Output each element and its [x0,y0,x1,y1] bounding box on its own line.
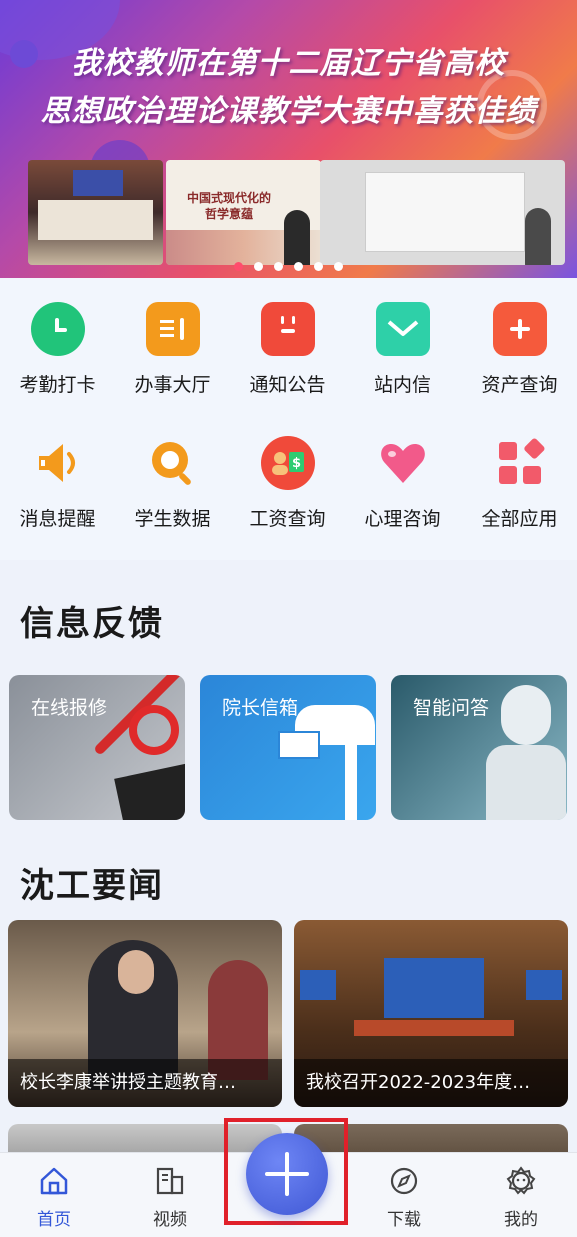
search-icon [146,436,200,490]
app-label: 消息提醒 [19,508,96,530]
app-salary-query[interactable]: $ 工资查询 [230,436,345,531]
speaker-icon [31,436,85,490]
banner-title-line1: 我校教师在第十二届辽宁省高校 [71,46,506,81]
user-icon [506,1166,536,1195]
news-caption: 我校召开2022-2023年度… [294,1059,568,1107]
mail-icon [375,302,430,356]
app-attendance[interactable]: 考勤打卡 [0,302,115,397]
video-icon [156,1167,184,1195]
carousel-dot[interactable] [334,262,343,271]
banner-photo-hall [28,160,163,265]
news-item[interactable]: 校长李康举讲授主题教育… [8,920,282,1107]
heart-icon [376,436,430,490]
stage [38,200,153,240]
card-label: 院长信箱 [222,697,299,719]
app-label: 考勤打卡 [19,374,96,396]
app-label: 通知公告 [249,374,326,396]
stage-image [354,1020,514,1036]
card-label: 智能问答 [413,697,490,719]
apps-grid-icon [493,436,547,490]
nav-label: 视频 [153,1210,187,1230]
keyboard-image [114,762,185,820]
news-caption: 校长李康举讲授主题教育… [8,1059,282,1107]
nav-label: 我的 [504,1210,538,1230]
nav-label: 首页 [37,1210,71,1230]
stage-screen-image [384,958,484,1018]
news-banner[interactable]: 我校教师在第十二届辽宁省高校 思想政治理论课教学大赛中喜获佳绩 中国式现代化的 … [0,0,577,278]
nav-label: 下载 [387,1210,421,1230]
app-label: 办事大厅 [134,374,211,396]
repair-card[interactable]: 在线报修 [9,675,185,820]
clock-icon [30,302,85,356]
app-student-data[interactable]: 学生数据 [115,436,230,531]
plus-icon [492,302,547,356]
app-all-apps[interactable]: 全部应用 [462,436,577,531]
app-inbox[interactable]: 站内信 [345,302,460,397]
app-grid: 考勤打卡 办事大厅 通知公告 站内信 资产查询 消息提醒 学生数据 $ 工资查询… [0,278,577,560]
calendar-icon [260,302,315,356]
app-asset-query[interactable]: 资产查询 [462,302,577,397]
app-label: 学生数据 [134,508,211,530]
slide-title: 中国式现代化的 哲学意蕴 [186,191,271,221]
mailbox-post [345,745,357,820]
app-label: 工资查询 [249,508,326,530]
carousel-dot[interactable] [274,262,283,271]
news-section-title: 沈工要闻 [20,866,164,906]
robot-body-image [486,745,566,820]
app-service-hall[interactable]: 办事大厅 [115,302,230,397]
app-label: 资产查询 [481,374,558,396]
compass-icon [390,1167,418,1195]
document-icon [145,302,200,356]
envelope-icon [278,731,320,759]
carousel-dot[interactable] [294,262,303,271]
banner-photo-slide: 中国式现代化的 哲学意蕴 [166,160,321,265]
stage-screen [73,170,123,196]
carousel-dot[interactable] [254,262,263,271]
banner-photo-presentation [320,160,565,265]
smart-qa-card[interactable]: 智能问答 [391,675,567,820]
carousel-indicator [0,262,577,271]
nav-home[interactable]: 首页 [14,1165,94,1230]
app-counseling[interactable]: 心理咨询 [345,436,460,531]
carousel-dot[interactable] [234,262,243,271]
presentation-slide [365,172,525,252]
card-label: 在线报修 [31,697,108,719]
speaker-figure [525,208,551,265]
add-button[interactable] [246,1133,328,1215]
banner-title-line2: 思想政治理论课教学大赛中喜获佳绩 [40,94,537,129]
app-label: 心理咨询 [364,508,441,530]
app-label: 站内信 [373,374,431,396]
president-mailbox-card[interactable]: 院长信箱 [200,675,376,820]
nav-profile[interactable]: 我的 [481,1165,561,1230]
news-item[interactable]: 我校召开2022-2023年度… [294,920,568,1107]
side-screen-image [300,970,336,1000]
carousel-dot[interactable] [314,262,323,271]
svg-text:$: $ [291,456,300,471]
home-icon [40,1167,68,1195]
speaker-face [118,950,154,994]
nav-video[interactable]: 视频 [130,1165,210,1230]
feedback-section-title: 信息反馈 [20,604,164,644]
tape-image [129,705,179,755]
robot-head-image [501,685,551,745]
app-notice[interactable]: 通知公告 [230,302,345,397]
side-screen-image [526,970,562,1000]
app-reminder[interactable]: 消息提醒 [0,436,115,531]
salary-icon: $ [260,436,315,490]
speaker-figure [284,210,310,265]
nav-download[interactable]: 下载 [364,1165,444,1230]
app-label: 全部应用 [481,508,558,530]
